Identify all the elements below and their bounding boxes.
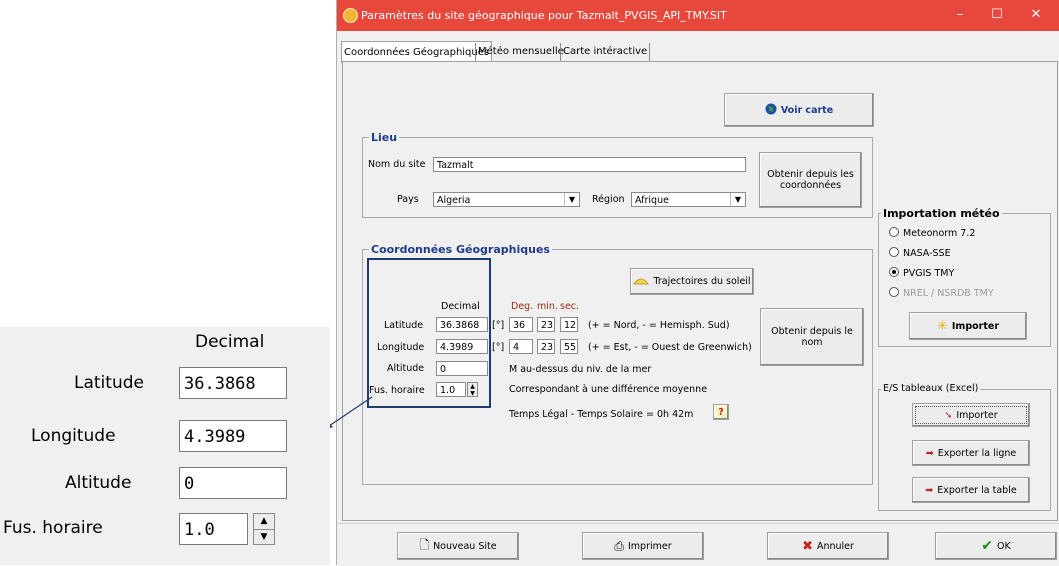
close-button[interactable]: ✕	[1021, 4, 1051, 26]
zoom-longitude-input[interactable]: 4.3989	[179, 420, 287, 452]
latitude-sec-input[interactable]: 12	[560, 317, 578, 332]
tab-carte-interactive[interactable]: Carte intéractive	[560, 43, 651, 61]
importation-meteo-group: Importation météo Meteonorm 7.2 NASA-SSE…	[878, 207, 1051, 347]
annuler-label: Annuler	[816, 540, 854, 552]
exporter-ligne-label: Exporter la ligne	[937, 447, 1017, 459]
zoom-decimal-header: Decimal	[195, 332, 265, 352]
sparkle-icon: ✳	[936, 318, 948, 334]
pays-label: Pays	[397, 194, 419, 205]
exporter-ligne-button[interactable]: ➡ Exporter la ligne	[912, 440, 1030, 466]
chevron-down-icon[interactable]: ▼	[730, 193, 745, 206]
importer-meteo-button[interactable]: ✳ Importer	[909, 312, 1027, 340]
sec-header: sec.	[560, 301, 580, 312]
nouveau-site-label: Nouveau Site	[433, 540, 497, 552]
site-name-input[interactable]: Tazmalt	[433, 157, 746, 172]
cancel-x-icon: ✖	[802, 538, 813, 554]
region-value: Afrique	[635, 195, 669, 206]
latitude-min-input[interactable]: 23	[537, 317, 555, 332]
zoom-latitude-input[interactable]: 36.3868	[179, 367, 287, 399]
radio-pvgis-tmy[interactable]: PVGIS TMY	[889, 267, 954, 279]
highlight-box	[367, 258, 491, 408]
zoom-inset: Decimal Latitude 36.3868 Longitude 4.398…	[0, 327, 330, 565]
pays-value: Algeria	[437, 195, 471, 206]
tab-meteo-mensuelle[interactable]: Météo mensuelle	[475, 43, 566, 61]
printer-icon: ⎙	[614, 538, 624, 553]
radio-icon	[889, 287, 899, 297]
zoom-altitude-input[interactable]: 0	[179, 467, 287, 499]
app-icon	[343, 8, 358, 23]
zoom-fus-stepper[interactable]: ▲ ▼	[253, 513, 275, 545]
export-arrow-icon: ➡	[925, 484, 934, 496]
export-arrow-icon: ➡	[925, 447, 934, 459]
obtenir-nom-button[interactable]: Obtenir depuis le nom	[760, 308, 864, 366]
chevron-down-icon[interactable]: ▼	[564, 193, 579, 206]
minimize-button[interactable]: –	[945, 4, 975, 26]
checkmark-icon: ✔	[981, 538, 993, 554]
radio-checked-icon	[889, 267, 899, 277]
importer-excel-button[interactable]: ➘ Importer	[912, 403, 1030, 427]
radio-meteonorm[interactable]: Meteonorm 7.2	[889, 227, 975, 239]
window-title: Paramètres du site géographique pour Taz…	[361, 9, 727, 22]
radio-nasa-sse[interactable]: NASA-SSE	[889, 247, 951, 259]
stepper-up-icon[interactable]: ▲	[254, 514, 274, 529]
region-label: Région	[592, 194, 625, 205]
imprimer-label: Imprimer	[627, 540, 672, 552]
radio-icon	[889, 227, 899, 237]
coordonnees-title: Coordonnées Géographiques	[369, 243, 552, 256]
deg-symbol: [°]	[492, 320, 505, 331]
longitude-deg-input[interactable]: 4	[509, 339, 533, 354]
zoom-longitude-label: Longitude	[31, 426, 116, 446]
obtenir-coordonnees-button[interactable]: Obtenir depuis les coordonnées	[759, 152, 862, 208]
imprimer-button[interactable]: ⎙ Imprimer	[582, 532, 704, 560]
exporter-table-label: Exporter la table	[937, 484, 1017, 496]
zoom-altitude-label: Altitude	[65, 473, 132, 493]
longitude-note: (+ = Est, - = Ouest de Greenwich)	[588, 342, 752, 353]
fus-horaire-note: Correspondant à une différence moyenne	[509, 384, 708, 395]
maximize-button[interactable]: ☐	[982, 4, 1012, 26]
latitude-deg-input[interactable]: 36	[509, 317, 533, 332]
temps-legal-text: Temps Légal - Temps Solaire = 0h 42m	[509, 409, 694, 420]
ok-button[interactable]: ✔ OK	[935, 532, 1057, 560]
lieu-title: Lieu	[369, 131, 400, 144]
annuler-button[interactable]: ✖ Annuler	[767, 532, 889, 560]
bottom-bar: 🗋 Nouveau Site ⎙ Imprimer ✖ Annuler ✔ OK	[337, 523, 1059, 566]
zoom-fus-input[interactable]: 1.0	[179, 513, 248, 545]
es-tableaux-group: E/S tableaux (Excel) ➘ Importer ➡ Export…	[878, 383, 1051, 511]
stepper-down-icon[interactable]: ▼	[254, 529, 274, 545]
lieu-group: Lieu Nom du site Tazmalt Pays Algeria ▼ …	[362, 131, 873, 218]
longitude-sec-input[interactable]: 55	[560, 339, 578, 354]
pays-select[interactable]: Algeria ▼	[433, 192, 580, 207]
import-arrow-icon: ➘	[944, 409, 953, 421]
min-header: min.	[537, 301, 558, 312]
trajectoires-button[interactable]: Trajectoires du soleil	[630, 268, 754, 295]
es-tableaux-title: E/S tableaux (Excel)	[881, 383, 981, 394]
voir-carte-button[interactable]: Voir carte	[724, 93, 874, 127]
latitude-note: (+ = Nord, - = Hemisph. Sud)	[588, 320, 730, 331]
radio-nrel-nsrdb: NREL / NSRDB TMY	[889, 287, 994, 299]
radio-icon	[889, 247, 899, 257]
site-label: Nom du site	[368, 159, 426, 170]
new-file-icon: 🗋	[419, 537, 430, 552]
importer-meteo-label: Importer	[951, 320, 1000, 332]
importation-title: Importation météo	[881, 207, 1002, 220]
zoom-fus-label: Fus. horaire	[3, 518, 103, 538]
region-select[interactable]: Afrique ▼	[631, 192, 746, 207]
zoom-latitude-label: Latitude	[74, 373, 144, 393]
globe-icon	[765, 103, 777, 118]
deg-header: Deg.	[511, 301, 534, 312]
title-bar: Paramètres du site géographique pour Taz…	[337, 0, 1059, 31]
ok-label: OK	[997, 540, 1011, 552]
longitude-min-input[interactable]: 23	[537, 339, 555, 354]
importer-excel-label: Importer	[956, 409, 998, 421]
exporter-table-button[interactable]: ➡ Exporter la table	[912, 477, 1030, 503]
altitude-note: M au-dessus du niv. de la mer	[509, 364, 652, 375]
voir-carte-label: Voir carte	[780, 104, 834, 116]
help-button[interactable]: ?	[713, 404, 729, 420]
trajectoires-label: Trajectoires du soleil	[653, 276, 751, 287]
nouveau-site-button[interactable]: 🗋 Nouveau Site	[397, 532, 519, 560]
sun-path-icon	[633, 276, 650, 288]
tab-coordonnees[interactable]: Coordonnées Géographiques	[341, 41, 493, 63]
deg-symbol: [°]	[492, 342, 505, 353]
